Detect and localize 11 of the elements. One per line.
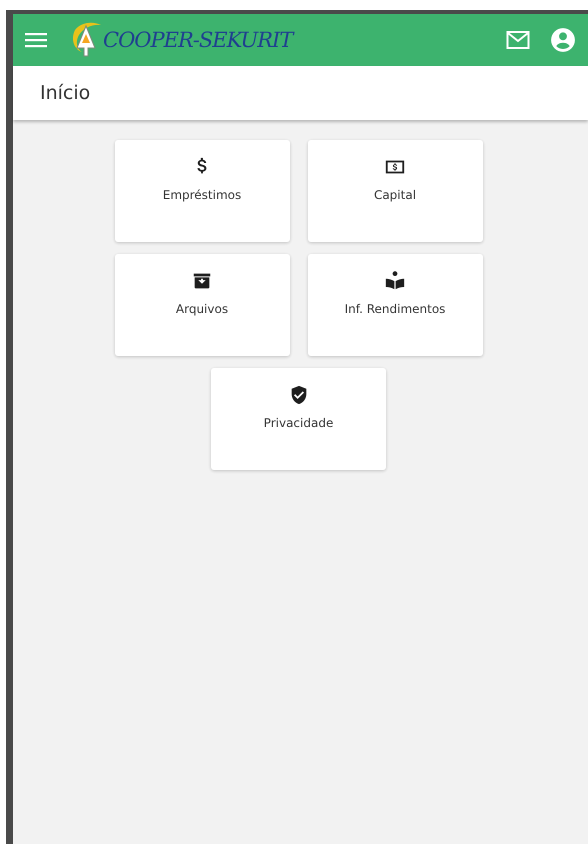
page-title: Início	[40, 82, 90, 104]
menu-tile[interactable]: Empréstimos	[114, 140, 290, 242]
menu-tile[interactable]: Privacidade	[211, 368, 386, 470]
reading-person-icon	[384, 270, 406, 292]
mail-icon[interactable]	[506, 30, 530, 50]
logo-text: COOPER-SEKURIT	[103, 28, 292, 52]
menu-tile[interactable]: Capital	[308, 140, 482, 242]
menu-icon[interactable]	[25, 32, 47, 48]
menu-tile[interactable]: Inf. Rendimentos	[308, 254, 482, 356]
menu-tile[interactable]: Arquivos	[114, 254, 290, 356]
account-icon[interactable]	[550, 27, 576, 53]
